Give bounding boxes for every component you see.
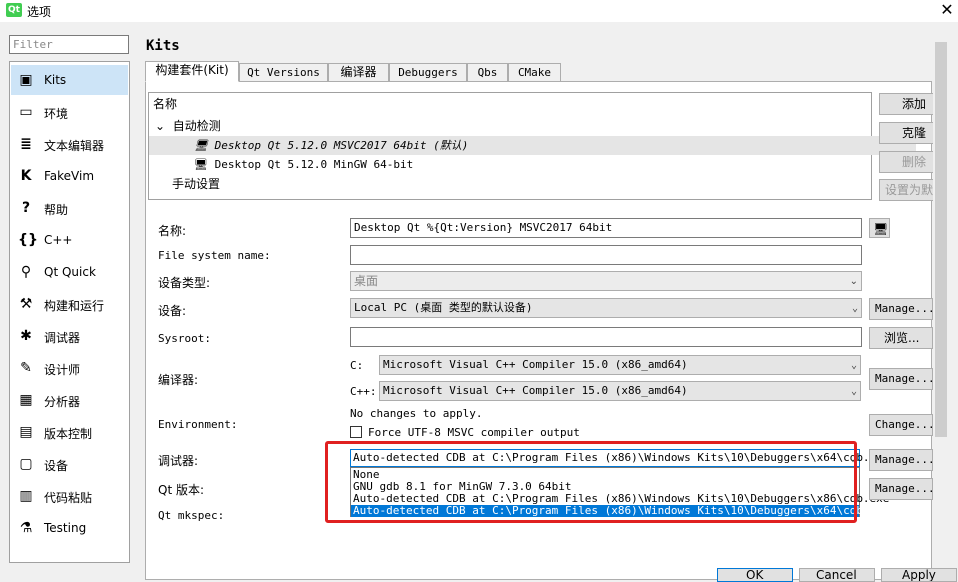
fakevim-icon: K [20,168,32,184]
tree-header: 名称 [153,97,178,111]
sidebar-item-text-editor[interactable]: ≣ 文本编辑器 [11,129,128,159]
debugger-icon: ✱ [20,328,32,344]
make-default-button[interactable]: 设置为默认 [879,179,935,201]
sidebar-item-fakevim[interactable]: K FakeVim [11,161,128,191]
fs-name-label: File system name: [158,249,271,262]
sidebar-item-environment[interactable]: ▭ 环境 [11,97,128,127]
hammer-icon: ⚒ [19,296,33,312]
manage-compiler-button[interactable]: Manage... [869,368,933,390]
chevron-down-icon[interactable]: ⌄ [155,119,165,133]
sidebar-item-build-run[interactable]: ⚒ 构建和运行 [11,289,128,319]
qt-app-icon: Qt [6,3,22,17]
sidebar-item-analyzer[interactable]: ▦ 分析器 [11,385,128,415]
c-compiler-label: C: [350,359,364,372]
manage-device-button[interactable]: Manage... [869,298,933,320]
tab-qt-versions[interactable]: Qt Versions [239,63,328,82]
version-control-icon: ▤ [19,424,33,440]
device-label: 设备: [158,304,187,318]
monitor-icon: 🖥 [194,139,208,152]
close-icon[interactable]: ✕ [938,1,956,19]
sidebar-item-help[interactable]: ? 帮助 [11,193,128,223]
sidebar-item-designer[interactable]: ✎ 设计师 [11,353,128,383]
sidebar-item-devices[interactable]: ▢ 设备 [11,449,128,479]
scrollbar-thumb[interactable] [935,42,947,437]
sidebar-item-cpp[interactable]: {} C++ [11,225,128,255]
highlight-box [325,441,857,523]
cpp-compiler-label: C++: [350,385,377,398]
chevron-down-icon: ⌄ [849,276,858,287]
sidebar-item-qt-quick[interactable]: ⚲ Qt Quick [11,257,128,287]
tab-cmake[interactable]: CMake [508,63,561,82]
force-utf8-label: Force UTF-8 MSVC compiler output [368,426,580,439]
braces-icon: {} [18,232,38,248]
sidebar: ▣ Kits ▭ 环境 ≣ 文本编辑器 K FakeVim ? 帮助 {} C++ ⚲ Qt … [9,61,130,563]
sidebar-item-kits[interactable]: ▣ Kits [11,65,128,95]
device-type-select[interactable]: 桌面 ⌄ [350,271,862,291]
monitor-icon: 🖥 [194,158,208,171]
tab-debuggers[interactable]: Debuggers [389,63,467,82]
filter-input[interactable]: Filter [9,35,129,54]
chevron-down-icon: ⌄ [850,386,857,397]
analyzer-icon: ▦ [19,392,33,408]
sidebar-item-code-paste[interactable]: ▥ 代码粘贴 [11,481,128,511]
monitor-icon: ▭ [19,104,33,120]
fs-name-field[interactable] [350,245,862,265]
browse-sysroot-button[interactable]: 浏览... [869,327,933,349]
tab-compilers[interactable]: 编译器 [328,63,389,82]
tree-kit-msvc[interactable]: 🖥 Desktop Qt 5.12.0 MSVC2017 64bit (默认) [149,136,916,155]
environment-value: No changes to apply. [350,407,483,420]
qt-version-label: Qt 版本: [158,483,205,497]
tree-group-manual[interactable]: 手动设置 [149,175,894,194]
device-icon: ▢ [19,456,33,472]
clone-kit-button[interactable]: 克隆 [879,122,935,144]
environment-label: Environment: [158,418,238,431]
manage-debugger-button[interactable]: Manage... [869,449,933,471]
add-kit-button[interactable]: 添加 [879,93,935,115]
c-compiler-select[interactable]: Microsoft Visual C++ Compiler 15.0 (x86_… [379,355,861,375]
mkspec-label: Qt mkspec: [158,509,225,522]
sysroot-label: Sysroot: [158,332,211,345]
remove-kit-button[interactable]: 删除 [879,151,935,173]
kits-icon: ▣ [19,72,33,88]
change-environment-button[interactable]: Change... [869,414,933,436]
qtquick-icon: ⚲ [20,264,32,280]
compiler-label: 编译器: [158,373,199,387]
sidebar-item-testing[interactable]: ⚗ Testing [11,513,128,543]
testing-icon: ⚗ [19,520,33,536]
sidebar-item-version-control[interactable]: ▤ 版本控制 [11,417,128,447]
name-field[interactable]: Desktop Qt %{Qt:Version} MSVC2017 64bit [350,218,862,238]
tree-kit-mingw[interactable]: 🖥 Desktop Qt 5.12.0 MinGW 64-bit [149,155,916,174]
chevron-down-icon: ⌄ [851,303,858,314]
title-bar [0,0,958,22]
tree-group-auto[interactable]: ⌄ 自动检测 [149,117,877,136]
manage-qt-version-button[interactable]: Manage... [869,478,933,500]
debugger-label: 调试器: [158,454,199,468]
page-title: Kits [146,38,180,54]
cpp-compiler-select[interactable]: Microsoft Visual C++ Compiler 15.0 (x86_… [379,381,861,401]
sysroot-field[interactable] [350,327,862,347]
pencil-icon: ✎ [20,360,32,376]
monitor-icon[interactable]: 🖥 [869,218,890,238]
tab-kits[interactable]: 构建套件(Kit) [145,61,239,82]
code-paste-icon: ▥ [19,488,33,504]
text-editor-icon: ≣ [20,136,32,152]
kit-tree: 名称 ⌄ 自动检测 🖥 Desktop Qt 5.12.0 MSVC2017 6… [148,92,916,200]
force-utf8-checkbox[interactable] [350,426,362,438]
name-label: 名称: [158,224,187,238]
tab-qbs[interactable]: Qbs [467,63,508,82]
help-icon: ? [21,200,31,216]
sidebar-item-debugger[interactable]: ✱ 调试器 [11,321,128,351]
device-select[interactable]: Local PC (桌面 类型的默认设备) ⌄ [350,298,862,318]
window-title: 选项 [27,5,52,19]
device-type-label: 设备类型: [158,276,211,290]
chevron-down-icon: ⌄ [850,360,857,371]
